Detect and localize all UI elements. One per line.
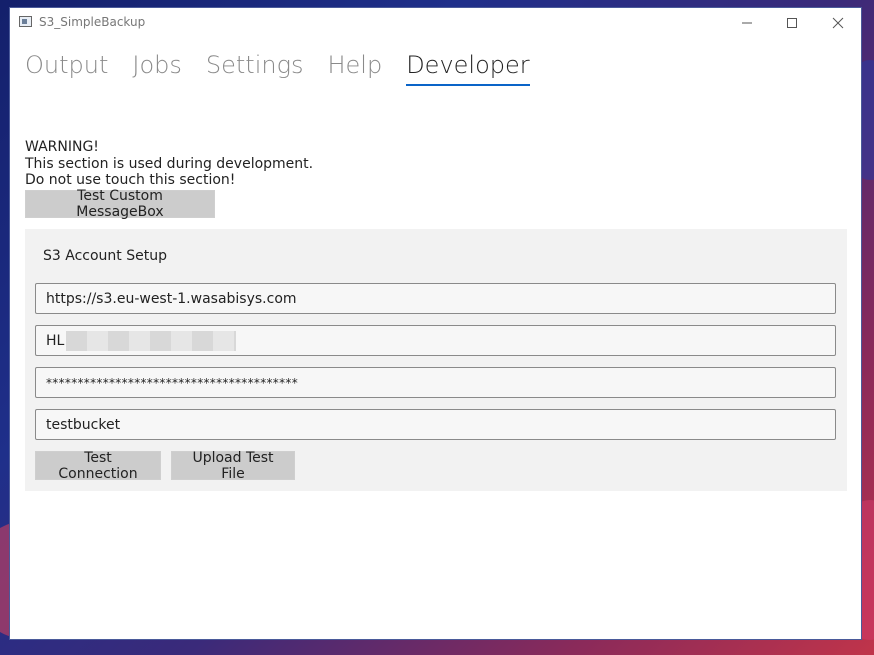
app-window: S3_SimpleBackup Output Jobs Settings Hel… xyxy=(9,7,862,640)
panel-title: S3 Account Setup xyxy=(43,248,167,264)
maximize-button[interactable] xyxy=(769,8,815,38)
warning-text: WARNING! This section is used during dev… xyxy=(25,139,313,189)
tab-jobs[interactable]: Jobs xyxy=(132,48,182,88)
minimize-icon xyxy=(742,22,752,24)
s3-account-setup-panel: S3 Account Setup https://s3.eu-west-1.wa… xyxy=(25,229,847,491)
endpoint-value: https://s3.eu-west-1.wasabisys.com xyxy=(46,290,297,307)
tab-developer[interactable]: Developer xyxy=(406,48,531,88)
redacted-block xyxy=(66,330,237,351)
warning-line: This section is used during development. xyxy=(25,155,314,172)
tab-help[interactable]: Help xyxy=(327,48,382,88)
bucket-value: testbucket xyxy=(46,416,121,433)
access-key-value: HL xyxy=(46,332,65,349)
app-icon xyxy=(19,16,32,27)
test-connection-button[interactable]: Test Connection xyxy=(35,450,161,482)
title-bar[interactable]: S3_SimpleBackup xyxy=(10,8,861,38)
main-tabs: Output Jobs Settings Help Developer xyxy=(25,48,554,88)
test-custom-messagebox-button[interactable]: Test Custom MessageBox xyxy=(25,188,215,220)
tab-settings[interactable]: Settings xyxy=(206,48,304,88)
close-button[interactable] xyxy=(815,8,861,38)
upload-test-file-button[interactable]: Upload Test File xyxy=(171,450,295,482)
bucket-field[interactable]: testbucket xyxy=(35,409,836,440)
secret-key-value: **************************************** xyxy=(46,375,298,390)
tab-output[interactable]: Output xyxy=(25,48,108,88)
minimize-button[interactable] xyxy=(724,8,770,38)
warning-heading: WARNING! xyxy=(25,139,99,155)
endpoint-field[interactable]: https://s3.eu-west-1.wasabisys.com xyxy=(35,283,836,314)
warning-line: Do not use touch this section! xyxy=(25,172,236,188)
close-icon xyxy=(832,17,844,29)
secret-key-field[interactable]: **************************************** xyxy=(35,367,836,398)
maximize-icon xyxy=(787,18,797,28)
window-title: S3_SimpleBackup xyxy=(39,15,146,29)
access-key-field[interactable]: HL xyxy=(35,325,836,356)
